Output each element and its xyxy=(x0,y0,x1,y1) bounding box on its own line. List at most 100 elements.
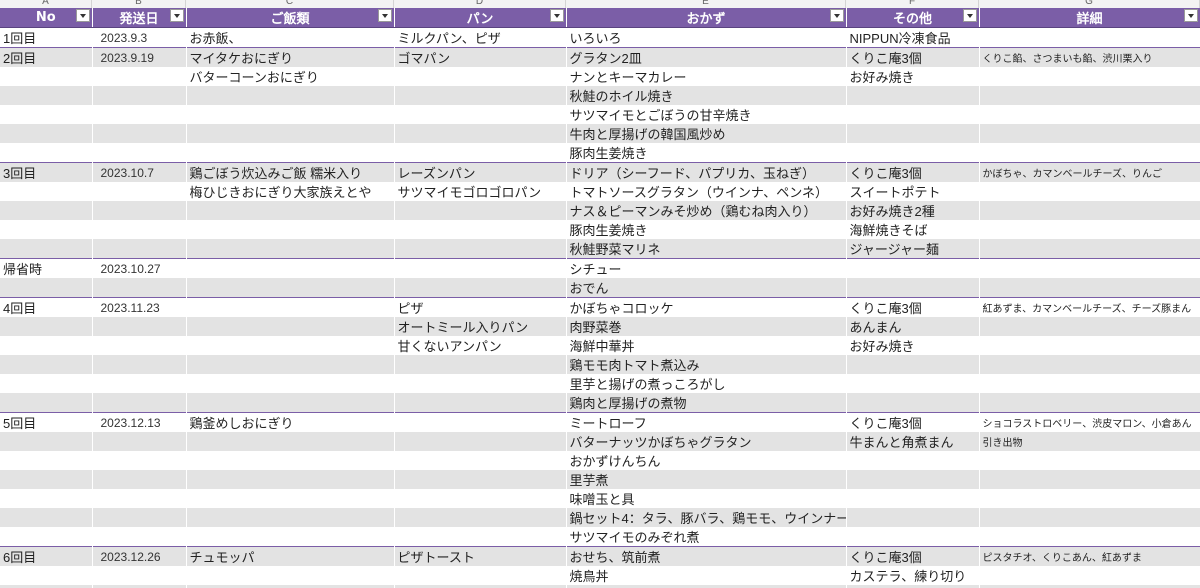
cell-detail[interactable] xyxy=(979,239,1200,259)
cell-side[interactable]: 鶏モモ肉トマト煮込み xyxy=(566,355,847,374)
cell-side[interactable]: 里芋煮 xyxy=(566,470,847,489)
cell-side[interactable]: 味噌玉と具 xyxy=(566,489,847,508)
cell-no[interactable]: 2回目 xyxy=(0,47,93,67)
cell-rice[interactable]: バターコーンおにぎり xyxy=(186,67,395,86)
cell-bread[interactable] xyxy=(394,566,567,585)
cell-side[interactable]: 焼鳥丼 xyxy=(566,566,847,585)
cell-no[interactable] xyxy=(0,489,93,508)
cell-other[interactable] xyxy=(846,508,980,527)
column-letter-c[interactable]: C xyxy=(186,0,394,8)
cell-detail[interactable] xyxy=(979,124,1200,143)
column-letter-e[interactable]: E xyxy=(566,0,846,8)
cell-bread[interactable] xyxy=(394,143,567,163)
cell-detail[interactable] xyxy=(979,86,1200,105)
filter-dropdown-icon[interactable] xyxy=(169,9,184,22)
cell-bread[interactable] xyxy=(394,201,567,220)
filter-dropdown-icon[interactable] xyxy=(549,9,564,22)
cell-date[interactable] xyxy=(92,143,187,163)
cell-bread[interactable]: サツマイモゴロゴロパン xyxy=(394,182,567,201)
cell-bread[interactable] xyxy=(394,451,567,470)
cell-rice[interactable]: 鶏ごぼう炊込みご飯 糯米入り xyxy=(186,162,395,182)
cell-date[interactable] xyxy=(92,124,187,143)
cell-date[interactable]: 2023.9.19 xyxy=(92,47,187,67)
cell-no[interactable] xyxy=(0,182,93,201)
cell-side[interactable]: 鍋セット4：タラ、豚バラ、鶏モモ、ウインナー xyxy=(566,508,847,527)
cell-other[interactable]: くりこ庵3個 xyxy=(846,412,980,432)
cell-date[interactable] xyxy=(92,355,187,374)
cell-detail[interactable]: くりこ餡、さつまいも餡、渋川栗入り xyxy=(979,47,1200,67)
cell-side[interactable]: 豚肉生姜焼き xyxy=(566,143,847,163)
cell-detail[interactable] xyxy=(979,508,1200,527)
cell-date[interactable]: 2023.12.26 xyxy=(92,546,187,566)
cell-side[interactable]: 海鮮中華丼 xyxy=(566,336,847,355)
cell-bread[interactable]: ピザ xyxy=(394,297,567,317)
cell-rice[interactable] xyxy=(186,105,395,124)
cell-date[interactable] xyxy=(92,432,187,451)
cell-date[interactable] xyxy=(92,67,187,86)
cell-rice[interactable] xyxy=(186,489,395,508)
cell-side[interactable]: 豚肉生姜焼き xyxy=(566,220,847,239)
cell-bread[interactable] xyxy=(394,355,567,374)
cell-bread[interactable] xyxy=(394,86,567,105)
cell-no[interactable] xyxy=(0,317,93,336)
cell-no[interactable] xyxy=(0,451,93,470)
cell-other[interactable]: お好み焼き2種 xyxy=(846,201,980,220)
cell-detail[interactable] xyxy=(979,393,1200,413)
cell-bread[interactable] xyxy=(394,220,567,239)
cell-other[interactable]: お好み焼き xyxy=(846,67,980,86)
cell-date[interactable] xyxy=(92,220,187,239)
cell-bread[interactable]: ミルクパン、ピザ xyxy=(394,27,567,48)
cell-bread[interactable] xyxy=(394,258,567,278)
cell-rice[interactable] xyxy=(186,297,395,317)
cell-rice[interactable] xyxy=(186,220,395,239)
cell-detail[interactable] xyxy=(979,258,1200,278)
cell-bread[interactable] xyxy=(394,489,567,508)
cell-side[interactable]: サツマイモのみぞれ煮 xyxy=(566,527,847,547)
cell-other[interactable] xyxy=(846,451,980,470)
cell-other[interactable]: NIPPUN冷凍食品 xyxy=(846,27,980,48)
cell-no[interactable] xyxy=(0,105,93,124)
cell-side[interactable]: シチュー xyxy=(566,258,847,278)
cell-other[interactable] xyxy=(846,393,980,413)
cell-bread[interactable]: オートミール入りパン xyxy=(394,317,567,336)
column-letter-a[interactable]: A xyxy=(0,0,92,8)
cell-date[interactable] xyxy=(92,508,187,527)
cell-side[interactable]: ドリア（シーフード、パプリカ、玉ねぎ） xyxy=(566,162,847,182)
cell-no[interactable] xyxy=(0,143,93,163)
cell-date[interactable] xyxy=(92,86,187,105)
cell-other[interactable] xyxy=(846,124,980,143)
cell-bread[interactable] xyxy=(394,67,567,86)
filter-dropdown-icon[interactable] xyxy=(75,9,90,22)
cell-detail[interactable] xyxy=(979,143,1200,163)
cell-bread[interactable] xyxy=(394,412,567,432)
cell-other[interactable] xyxy=(846,86,980,105)
cell-rice[interactable] xyxy=(186,451,395,470)
cell-date[interactable] xyxy=(92,105,187,124)
cell-rice[interactable] xyxy=(186,432,395,451)
cell-rice[interactable]: お赤飯、 xyxy=(186,27,395,48)
cell-rice[interactable] xyxy=(186,527,395,547)
cell-other[interactable]: お好み焼き xyxy=(846,336,980,355)
cell-side[interactable]: 里芋と揚げの煮っころがし xyxy=(566,374,847,393)
cell-no[interactable]: 6回目 xyxy=(0,546,93,566)
cell-side[interactable]: ナンとキーマカレー xyxy=(566,67,847,86)
cell-other[interactable] xyxy=(846,374,980,393)
cell-bread[interactable]: 甘くないアンパン xyxy=(394,336,567,355)
cell-bread[interactable]: ピザトースト xyxy=(394,546,567,566)
cell-date[interactable] xyxy=(92,527,187,547)
cell-other[interactable]: くりこ庵3個 xyxy=(846,162,980,182)
cell-rice[interactable]: 鶏釜めしおにぎり xyxy=(186,412,395,432)
cell-bread[interactable] xyxy=(394,124,567,143)
cell-no[interactable] xyxy=(0,566,93,585)
cell-detail[interactable] xyxy=(979,336,1200,355)
column-letter-b[interactable]: B xyxy=(92,0,186,8)
cell-rice[interactable] xyxy=(186,239,395,259)
cell-date[interactable] xyxy=(92,566,187,585)
cell-other[interactable] xyxy=(846,258,980,278)
cell-detail[interactable] xyxy=(979,489,1200,508)
cell-detail[interactable] xyxy=(979,374,1200,393)
cell-date[interactable] xyxy=(92,201,187,220)
column-letter-d[interactable]: D xyxy=(394,0,566,8)
cell-side[interactable]: おかずけんちん xyxy=(566,451,847,470)
cell-rice[interactable] xyxy=(186,124,395,143)
